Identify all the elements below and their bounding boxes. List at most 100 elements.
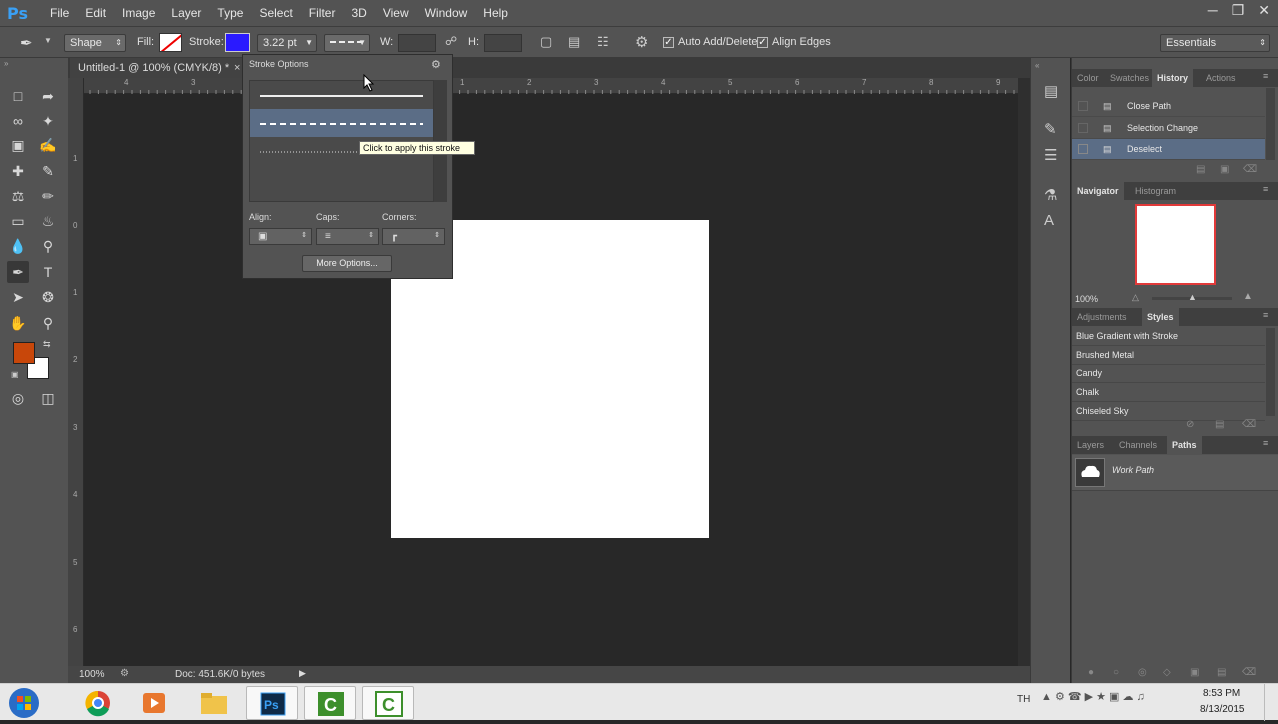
stroke-style-dashed[interactable] bbox=[250, 109, 433, 137]
stroke-path-icon[interactable]: ○ bbox=[1113, 667, 1119, 678]
gear-icon[interactable]: ⚙ bbox=[635, 33, 648, 51]
zoom-out-icon[interactable]: △ bbox=[1132, 292, 1139, 303]
tab-history[interactable]: History bbox=[1152, 69, 1194, 87]
taskbar-photoshop[interactable]: Ps bbox=[246, 686, 298, 720]
clock-time[interactable]: 8:53 PM bbox=[1203, 688, 1240, 699]
dodge-tool-icon[interactable]: ⚲ bbox=[37, 235, 59, 257]
pen-tool-icon[interactable]: ✒ bbox=[7, 261, 29, 283]
clone-stamp-tool-icon[interactable]: ⚖ bbox=[7, 185, 29, 207]
slider-thumb-icon[interactable]: ▲ bbox=[1188, 292, 1197, 302]
tab-adjustments[interactable]: Adjustments bbox=[1072, 308, 1132, 326]
brush-tool-icon[interactable]: ✎ bbox=[37, 160, 59, 182]
stroke-width-field[interactable]: 3.22 pt ▼ bbox=[257, 34, 317, 52]
new-document-icon[interactable]: ▤ bbox=[1196, 164, 1205, 175]
close-icon[interactable]: ✕ bbox=[1258, 2, 1270, 19]
character-icon[interactable]: A bbox=[1044, 212, 1054, 229]
tab-color[interactable]: Color bbox=[1072, 69, 1104, 87]
trash-icon[interactable]: ⌫ bbox=[1243, 164, 1257, 175]
make-work-path-icon[interactable]: ◇ bbox=[1163, 667, 1171, 678]
eraser-tool-icon[interactable]: ▭ bbox=[7, 210, 29, 232]
swap-colors-icon[interactable]: ⇆ bbox=[43, 339, 51, 350]
foreground-color-swatch[interactable] bbox=[13, 342, 35, 364]
marquee-tool-icon[interactable]: □ bbox=[7, 85, 29, 107]
status-info-icon[interactable]: ⚙ bbox=[120, 668, 129, 679]
screen-mode-icon[interactable]: ◫ bbox=[37, 387, 59, 409]
hand-tool-icon[interactable]: ✋ bbox=[7, 312, 29, 334]
width-field[interactable] bbox=[398, 34, 436, 52]
properties-icon[interactable]: ☰ bbox=[1044, 146, 1057, 164]
healing-brush-tool-icon[interactable]: ✚ bbox=[7, 160, 29, 182]
new-path-icon[interactable]: ▤ bbox=[1217, 667, 1226, 678]
trash-icon[interactable]: ⌫ bbox=[1242, 419, 1256, 430]
panel-menu-icon[interactable]: ≡ bbox=[1263, 310, 1268, 320]
restore-icon[interactable]: ❐ bbox=[1232, 2, 1245, 19]
align-edges-checkbox[interactable]: ✓ bbox=[757, 37, 768, 48]
history-scrollbar[interactable] bbox=[1266, 88, 1275, 160]
status-menu-arrow-icon[interactable]: ▶ bbox=[299, 668, 306, 679]
style-item[interactable]: Brushed Metal bbox=[1072, 346, 1265, 365]
new-style-icon[interactable]: ▤ bbox=[1215, 419, 1224, 430]
menu-file[interactable]: File bbox=[42, 0, 77, 26]
menu-edit[interactable]: Edit bbox=[77, 0, 114, 26]
clear-style-icon[interactable]: ⊘ bbox=[1186, 419, 1194, 430]
add-mask-icon[interactable]: ▣ bbox=[1190, 667, 1199, 678]
history-checkbox[interactable] bbox=[1078, 123, 1088, 133]
tab-styles[interactable]: Styles bbox=[1142, 308, 1179, 326]
input-language[interactable]: TH bbox=[1017, 694, 1030, 705]
menu-help[interactable]: Help bbox=[475, 0, 516, 26]
menu-3d[interactable]: 3D bbox=[343, 0, 374, 26]
tab-histogram[interactable]: Histogram bbox=[1130, 182, 1181, 200]
height-field[interactable] bbox=[484, 34, 522, 52]
minimize-icon[interactable]: ─ bbox=[1208, 2, 1218, 19]
path-arrangement-icon[interactable]: ☷ bbox=[597, 34, 609, 50]
menu-view[interactable]: View bbox=[375, 0, 417, 26]
move-tool-icon[interactable]: ➦ bbox=[37, 85, 59, 107]
menu-select[interactable]: Select bbox=[251, 0, 300, 26]
fill-path-icon[interactable]: ● bbox=[1088, 667, 1094, 678]
style-item[interactable]: Blue Gradient with Stroke bbox=[1072, 327, 1265, 346]
vertical-ruler[interactable]: 1 0 1 2 3 4 5 6 bbox=[68, 78, 84, 666]
tab-channels[interactable]: Channels bbox=[1114, 436, 1162, 454]
taskbar-chrome[interactable] bbox=[72, 686, 124, 720]
navigator-preview[interactable] bbox=[1135, 204, 1216, 285]
history-item-selected[interactable]: ▤ Deselect bbox=[1072, 139, 1265, 160]
stroke-style-solid[interactable] bbox=[250, 81, 433, 109]
taskbar-camtasia-recorder[interactable]: C bbox=[362, 686, 414, 720]
default-colors-icon[interactable]: ▣ bbox=[11, 370, 19, 379]
tab-navigator[interactable]: Navigator bbox=[1072, 182, 1124, 200]
align-select[interactable]: ▣ ⇕ bbox=[249, 228, 312, 245]
zoom-level[interactable]: 100% bbox=[79, 669, 105, 680]
eyedropper-tool-icon[interactable]: ✍ bbox=[37, 134, 59, 156]
menu-layer[interactable]: Layer bbox=[163, 0, 209, 26]
history-checkbox[interactable] bbox=[1078, 144, 1088, 154]
document-tab[interactable]: Untitled-1 @ 100% (CMYK/8) * × bbox=[70, 58, 250, 78]
start-button[interactable] bbox=[6, 686, 42, 720]
taskbar-explorer[interactable] bbox=[188, 686, 240, 720]
zoom-tool-icon[interactable]: ⚲ bbox=[37, 312, 59, 334]
panel-menu-icon[interactable]: ≡ bbox=[1263, 184, 1268, 194]
tab-swatches[interactable]: Swatches bbox=[1105, 69, 1154, 87]
workspace-select[interactable]: Essentials ⇕ bbox=[1160, 34, 1270, 52]
style-item[interactable]: Chalk bbox=[1072, 383, 1265, 402]
paint-bucket-tool-icon[interactable]: ♨ bbox=[37, 210, 59, 232]
path-alignment-icon[interactable]: ▤ bbox=[568, 34, 580, 50]
gear-icon[interactable]: ⚙ bbox=[431, 58, 441, 71]
quick-mask-icon[interactable]: ◎ bbox=[7, 387, 29, 409]
tab-paths[interactable]: Paths bbox=[1167, 436, 1202, 454]
caps-select[interactable]: ≡ ⇕ bbox=[316, 228, 379, 245]
horizontal-ruler[interactable]: 4 3 2 1 0 1 2 3 4 5 6 7 8 9 bbox=[84, 78, 1018, 94]
taskbar-media-player[interactable] bbox=[128, 686, 180, 720]
path-operations-icon[interactable]: ▢ bbox=[540, 34, 552, 50]
clock-date[interactable]: 8/13/2015 bbox=[1200, 704, 1245, 715]
chevron-down-icon[interactable]: ▼ bbox=[44, 36, 52, 45]
menu-image[interactable]: Image bbox=[114, 0, 163, 26]
history-checkbox[interactable] bbox=[1078, 101, 1088, 111]
type-tool-icon[interactable]: T bbox=[37, 261, 59, 283]
panel-menu-icon[interactable]: ≡ bbox=[1263, 71, 1268, 81]
custom-shape-tool-icon[interactable]: ❂ bbox=[37, 286, 59, 308]
style-item[interactable]: Candy bbox=[1072, 364, 1265, 383]
styles-scrollbar[interactable] bbox=[1266, 328, 1275, 416]
link-icon[interactable]: ☍ bbox=[445, 34, 457, 48]
close-tab-icon[interactable]: × bbox=[234, 58, 240, 78]
tool-mode-select[interactable]: Shape ⇕ bbox=[64, 34, 126, 52]
